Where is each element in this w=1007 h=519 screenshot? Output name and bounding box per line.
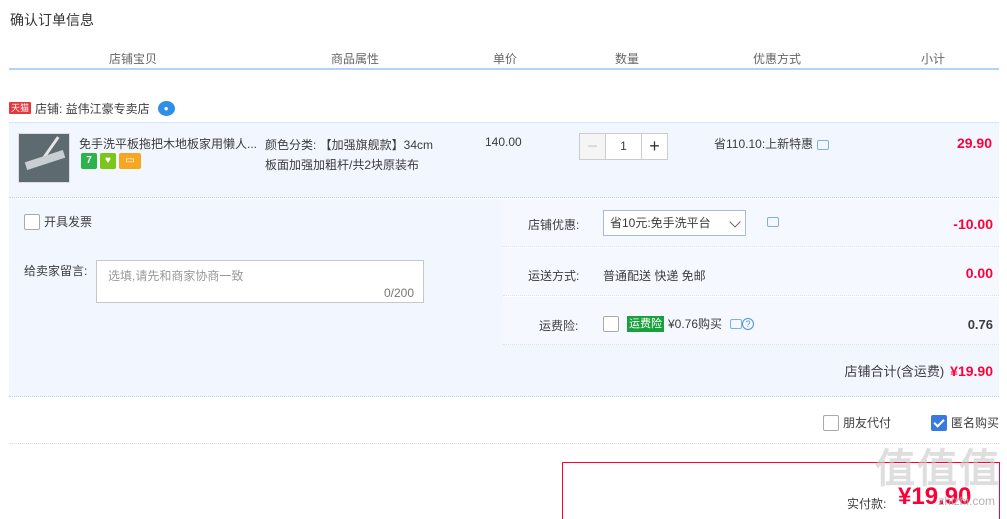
anonymous-checkbox[interactable] bbox=[931, 414, 947, 431]
seven-day-return-icon[interactable]: 7 bbox=[81, 153, 97, 169]
friend-pay-option[interactable]: 朋友代付 bbox=[823, 414, 891, 431]
promo-label: 省110.10:上新特惠 bbox=[714, 137, 814, 151]
column-header: 店铺宝贝 商品属性 单价 数量 优惠方式 小计 bbox=[9, 46, 999, 70]
col-divider bbox=[263, 65, 265, 67]
shop-discount-label: 店铺优惠: bbox=[528, 218, 580, 232]
invoice-label: 开具发票 bbox=[44, 215, 93, 229]
credit-card-icon[interactable]: ▭ bbox=[119, 153, 141, 169]
quantity-stepper: − 1 + bbox=[579, 133, 668, 160]
watermark-logo: 值值值 bbox=[875, 447, 1001, 491]
invoice-checkbox[interactable] bbox=[24, 213, 40, 230]
friend-pay-label: 朋友代付 bbox=[843, 416, 892, 430]
col-unit-price: 单价 bbox=[493, 52, 518, 66]
service-badges: 7 ♥ ▭ bbox=[81, 153, 141, 169]
promo-text: 省110.10:上新特惠 bbox=[714, 135, 830, 152]
insurance-value: 0.76 bbox=[967, 317, 993, 332]
chevron-down-icon bbox=[729, 216, 741, 228]
seller-message-input[interactable]: 选填,请先和商家协商一致 0/200 bbox=[96, 260, 424, 303]
page-title: 确认订单信息 bbox=[10, 12, 94, 28]
col-shop-item: 店铺宝贝 bbox=[109, 52, 158, 66]
unit-price: 140.00 bbox=[485, 135, 522, 149]
message-char-count: 0/200 bbox=[383, 286, 414, 300]
shop-discount-selected: 省10元:免手洗平台 bbox=[610, 216, 711, 230]
col-subtotal: 小计 bbox=[921, 52, 946, 66]
shop-name-link[interactable]: 店铺: 益伟江豪专卖店 bbox=[35, 100, 150, 117]
shipping-text: 普通配送 快递 免邮 bbox=[603, 269, 706, 283]
message-label: 给卖家留言: bbox=[24, 264, 88, 278]
invoice-option[interactable]: 开具发票 bbox=[24, 213, 92, 230]
product-thumbnail[interactable] bbox=[18, 133, 70, 183]
attr-line: 颜色分类: 【加强旗舰款】34cm bbox=[265, 138, 434, 152]
attr-line: 板面加强加粗杆/共2块原装布 bbox=[265, 158, 420, 172]
insurance-comment-icon[interactable] bbox=[730, 318, 743, 329]
message-placeholder: 选填,请先和商家协商一致 bbox=[108, 269, 244, 283]
anonymous-option[interactable]: 匿名购买 bbox=[931, 414, 999, 431]
shop-line: 天猫 店铺: 益伟江豪专卖店 ● bbox=[9, 98, 175, 118]
col-discount: 优惠方式 bbox=[753, 52, 802, 66]
friend-pay-checkbox[interactable] bbox=[823, 414, 839, 431]
shipping-row: 运送方式: 普通配送 快递 免邮 0.00 bbox=[503, 248, 999, 296]
shop-discount-value: -10.00 bbox=[953, 216, 993, 232]
decrease-quantity-button[interactable]: − bbox=[579, 133, 606, 160]
guarantee-icon[interactable]: ♥ bbox=[100, 153, 116, 169]
shop-summary-panel: 店铺优惠: 省10元:免手洗平台 -10.00 运送方式: 普通配送 快递 免邮… bbox=[503, 199, 999, 345]
shop-total: 店铺合计(含运费) ¥19.90 bbox=[845, 361, 994, 380]
insurance-text: ¥0.76购买 bbox=[668, 317, 723, 331]
increase-quantity-button[interactable]: + bbox=[641, 133, 668, 160]
shop-total-value: ¥19.90 bbox=[950, 363, 993, 379]
insurance-label: 运费险: bbox=[539, 319, 579, 333]
shipping-label: 运送方式: bbox=[528, 269, 580, 283]
order-item-row: 免手洗平板拖把木地板家用懒人... 7 ♥ ▭ 颜色分类: 【加强旗舰款】34c… bbox=[9, 122, 999, 198]
pay-label: 实付款: bbox=[847, 497, 887, 511]
insurance-option: 运费险 ¥0.76购买 ? bbox=[603, 315, 755, 332]
col-divider bbox=[687, 65, 689, 67]
col-divider bbox=[566, 65, 568, 67]
watermark-url: zhizhi.com bbox=[938, 494, 995, 508]
insurance-row: 运费险: 运费险 ¥0.76购买 ? 0.76 bbox=[503, 297, 999, 345]
col-attributes: 商品属性 bbox=[331, 52, 380, 66]
help-icon[interactable]: ? bbox=[742, 317, 755, 330]
order-details: 开具发票 给卖家留言: 选填,请先和商家协商一致 0/200 店铺优惠: 省10… bbox=[9, 199, 999, 397]
item-subtotal: 29.90 bbox=[956, 135, 992, 151]
quantity-input[interactable]: 1 bbox=[606, 133, 641, 160]
shipping-value: 0.00 bbox=[965, 265, 993, 281]
anonymous-label: 匿名购买 bbox=[951, 416, 1000, 430]
wangwang-chat-icon[interactable]: ● bbox=[157, 100, 175, 116]
shop-total-label: 店铺合计(含运费) bbox=[844, 364, 945, 379]
col-divider bbox=[445, 65, 447, 67]
shop-discount-select[interactable]: 省10元:免手洗平台 bbox=[603, 210, 746, 236]
col-quantity: 数量 bbox=[615, 52, 640, 66]
product-title-link[interactable]: 免手洗平板拖把木地板家用懒人... bbox=[79, 135, 261, 152]
insurance-checkbox[interactable] bbox=[603, 315, 619, 332]
promo-comment-icon[interactable] bbox=[817, 139, 830, 150]
discount-comment-icon[interactable] bbox=[767, 217, 779, 227]
shop-discount-row: 店铺优惠: 省10元:免手洗平台 -10.00 bbox=[503, 199, 999, 247]
product-attributes: 颜色分类: 【加强旗舰款】34cm 板面加强加粗杆/共2块原装布 bbox=[265, 135, 465, 175]
insurance-tag: 运费险 bbox=[627, 315, 664, 332]
tmall-badge-icon: 天猫 bbox=[9, 102, 32, 114]
col-divider bbox=[868, 65, 870, 67]
purchase-options: 朋友代付 匿名购买 bbox=[9, 402, 999, 444]
